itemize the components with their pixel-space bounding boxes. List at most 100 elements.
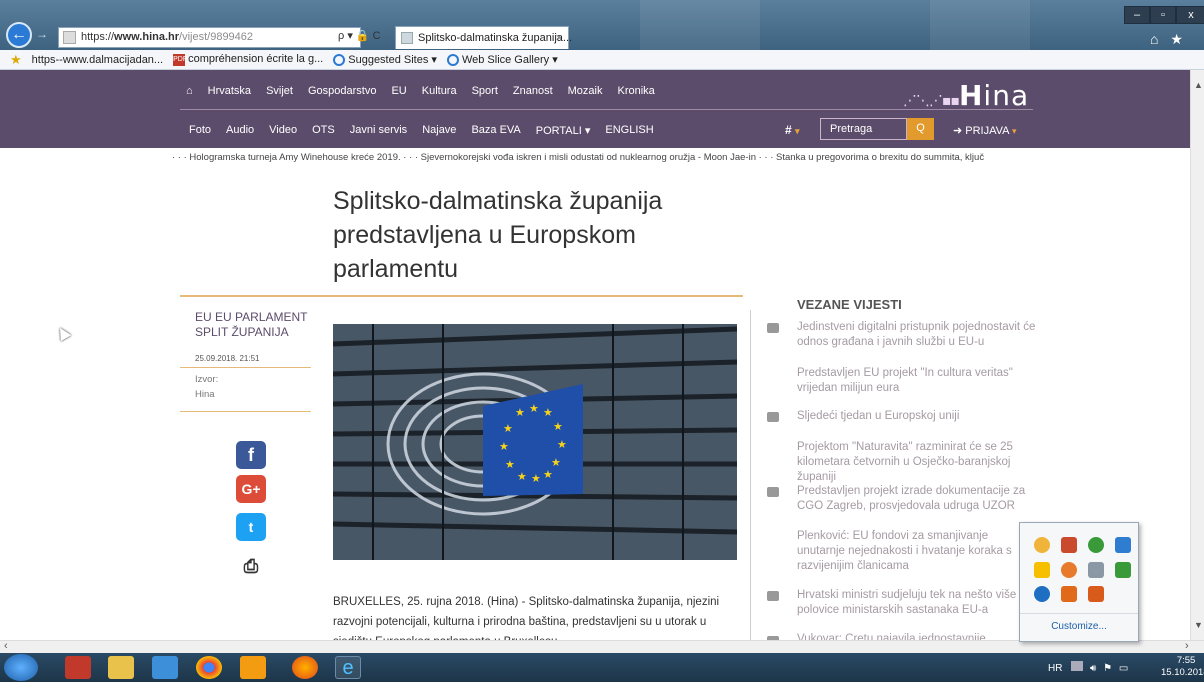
scroll-left-icon[interactable]: ‹	[4, 640, 8, 652]
minimize-button[interactable]: –	[1124, 6, 1150, 24]
flag-icon[interactable]: ⚑	[1103, 663, 1112, 674]
forward-button[interactable]: →	[36, 27, 48, 41]
scroll-right-icon[interactable]: ›	[1185, 640, 1189, 652]
tray-app-icon[interactable]	[1115, 537, 1131, 553]
tab-favicon	[401, 32, 413, 44]
favorite-label: compréhension écrite la g...	[188, 53, 324, 66]
close-button[interactable]: x	[1176, 6, 1204, 24]
hina-logo[interactable]: ⋰⋱⋰▪▪Hina	[903, 79, 1029, 112]
url-path: /vijest/9899462	[179, 31, 254, 43]
tab-close-icon[interactable]: ×	[556, 27, 562, 49]
related-item[interactable]: Vukovar: Cretu najavila jednostavnije pr…	[797, 632, 1037, 640]
related-item[interactable]: Predstavljen EU projekt "In cultura veri…	[797, 366, 1037, 396]
nav-item[interactable]: OTS	[312, 124, 335, 137]
chrome-taskbar-icon[interactable]	[196, 656, 222, 679]
tab-title: Splitsko-dalmatinska županija...	[418, 32, 573, 44]
favorite-item[interactable]: PDFcompréhension écrite la g...	[173, 53, 324, 66]
favorite-item[interactable]: https--www.dalmacijadan...	[32, 54, 163, 66]
googleplus-share-icon[interactable]: G+	[236, 475, 266, 503]
tray-app-icon[interactable]	[1088, 562, 1104, 578]
hashtag-menu[interactable]: # ▾	[785, 123, 800, 137]
nav-item[interactable]: Javni servis	[350, 124, 407, 137]
nav-item[interactable]: PORTALI ▾	[536, 124, 591, 137]
ie-taskbar-icon[interactable]: e	[335, 656, 361, 679]
nav-item[interactable]: Gospodarstvo	[308, 85, 376, 97]
favorites-star-icon[interactable]: ★	[10, 52, 22, 68]
meta-divider	[180, 367, 311, 368]
tray-app-icon[interactable]	[1061, 537, 1077, 553]
nav-item[interactable]: Kultura	[422, 85, 457, 97]
nav-item[interactable]: Foto	[189, 124, 211, 137]
media-player-taskbar-icon[interactable]	[152, 656, 178, 679]
firefox-taskbar-icon[interactable]	[292, 656, 318, 679]
nav-item[interactable]: Hrvatska	[208, 85, 251, 97]
related-item[interactable]: Projektom "Naturavita" razminirat će se …	[797, 440, 1037, 485]
acrobat-taskbar-icon[interactable]	[65, 656, 91, 679]
svg-text:★: ★	[531, 472, 541, 485]
address-tools[interactable]: ρ ▾ 🔒 C	[338, 29, 381, 42]
network-icon[interactable]: ▭	[1119, 663, 1128, 674]
volume-icon[interactable]: 🔊︎	[1090, 663, 1096, 674]
article-photo: ★ ★ ★ ★ ★ ★ ★ ★ ★ ★ ★ ★	[333, 324, 737, 560]
article-source: Izvor: Hina	[195, 372, 218, 402]
nav-item[interactable]: Baza EVA	[471, 124, 520, 137]
camera-icon	[767, 591, 779, 601]
tray-app-icon[interactable]	[1061, 586, 1077, 602]
tray-app-icon[interactable]	[1034, 562, 1050, 578]
maximize-button[interactable]: ▫	[1150, 6, 1176, 24]
print-icon[interactable]: ⎙	[236, 552, 266, 580]
twitter-share-icon[interactable]: t	[236, 513, 266, 541]
favorite-item[interactable]: Web Slice Gallery ▾	[446, 53, 558, 67]
search-button[interactable]: Q	[907, 118, 934, 140]
related-item[interactable]: Predstavljen projekt izrade dokumentacij…	[797, 484, 1037, 514]
tray-app-icon[interactable]	[1034, 537, 1050, 553]
tray-app-icon[interactable]	[1088, 537, 1104, 553]
favorite-label: Suggested Sites ▾	[348, 53, 437, 66]
explorer-taskbar-icon[interactable]	[108, 656, 134, 679]
camera-icon	[767, 323, 779, 333]
article-tags[interactable]: EU EU PARLAMENT SPLIT ŽUPANIJA	[195, 310, 315, 340]
tray-app-icon[interactable]	[1115, 562, 1131, 578]
address-bar[interactable]: https://www.hina.hr/vijest/9899462	[58, 27, 361, 48]
nav-item[interactable]: EU	[391, 85, 406, 97]
article-title: Splitsko-dalmatinska županija predstavlj…	[333, 187, 663, 283]
favorite-item[interactable]: Suggested Sites ▾	[333, 53, 437, 67]
clock-time: 7:55	[1176, 655, 1196, 666]
nav-item[interactable]: Najave	[422, 124, 456, 137]
news-ticker[interactable]: · · · Hologramska turneja Amy Winehouse …	[172, 152, 1034, 163]
facebook-share-icon[interactable]: f	[236, 441, 266, 469]
tray-app-icon[interactable]	[1034, 586, 1050, 602]
browser-tab[interactable]: Splitsko-dalmatinska županija... ×	[395, 26, 573, 49]
related-item[interactable]: Sljedeći tjedan u Europskoj uniji	[797, 409, 1037, 424]
search-input[interactable]: Pretraga	[820, 118, 907, 140]
language-indicator[interactable]: HR	[1048, 663, 1062, 674]
clock[interactable]: 7:55 15.10.2018.	[1161, 655, 1204, 679]
related-item[interactable]: Plenković: EU fondovi za smanjivanje unu…	[797, 529, 1037, 574]
back-button[interactable]: ←	[6, 22, 32, 48]
nav-item[interactable]: ENGLISH	[605, 124, 653, 137]
vertical-scrollbar[interactable]: ▲ ▼	[1190, 70, 1204, 640]
tray-expand-icon[interactable]	[1071, 661, 1084, 671]
nav-item[interactable]: Kronika	[617, 85, 654, 97]
window-controls: – ▫ x	[1124, 6, 1204, 24]
nav-item[interactable]: Audio	[226, 124, 254, 137]
nav-item[interactable]: Sport	[472, 85, 498, 97]
nav-item[interactable]: Mozaik	[568, 85, 603, 97]
related-item[interactable]: Hrvatski ministri sudjeluju tek na nešto…	[797, 588, 1037, 618]
scroll-down-icon[interactable]: ▼	[1194, 620, 1203, 630]
nav-item[interactable]: Svijet	[266, 85, 293, 97]
tray-app-icon[interactable]	[1088, 586, 1104, 602]
tray-app-icon[interactable]	[1061, 562, 1077, 578]
home-icon[interactable]: ⌂	[186, 85, 193, 97]
nav-item[interactable]: Video	[269, 124, 297, 137]
sidebar-divider	[750, 310, 751, 640]
outlook-taskbar-icon[interactable]	[240, 656, 266, 679]
start-button[interactable]	[4, 654, 38, 681]
eu-parliament-image: ★ ★ ★ ★ ★ ★ ★ ★ ★ ★ ★ ★	[333, 324, 737, 560]
customize-link[interactable]: Customize...	[1020, 613, 1138, 641]
page-icon	[63, 31, 76, 44]
nav-item[interactable]: Znanost	[513, 85, 553, 97]
login-button[interactable]: ➜ PRIJAVA ▾	[953, 124, 1016, 137]
scroll-up-icon[interactable]: ▲	[1194, 80, 1203, 90]
related-item[interactable]: Jedinstveni digitalni pristupnik pojedno…	[797, 320, 1037, 350]
